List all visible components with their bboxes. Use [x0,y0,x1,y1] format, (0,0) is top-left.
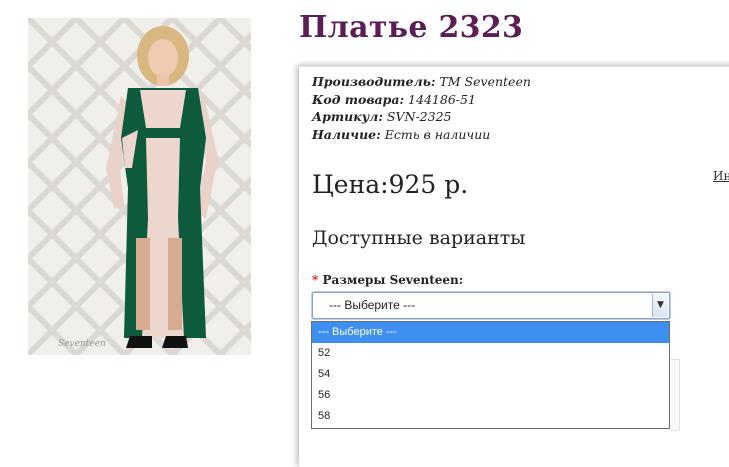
variants-heading: Доступные варианты [312,227,526,249]
detail-article: Артикул: SVN-2325 [312,109,452,124]
product-price: Цена:925 р. [312,170,468,199]
product-image[interactable]: Seventeen [28,18,251,355]
hidden-field-edge [671,359,680,431]
size-dropdown-list[interactable]: --- Выберите --- 52 54 56 58 [311,321,670,429]
side-info-link[interactable]: Ин [713,169,729,183]
size-option[interactable]: 56 [312,385,669,406]
size-option[interactable]: --- Выберите --- [312,322,669,343]
product-details: Производитель: TM Seventeen Код товара: … [312,73,531,143]
required-mark: * [312,273,319,287]
size-option[interactable]: 58 [312,406,669,427]
product-title: Платье 2323 [299,10,524,45]
size-select-value: --- Выберите --- [329,298,416,312]
price-value: 925 р. [388,170,469,199]
size-option[interactable]: 52 [312,343,669,364]
chevron-down-icon[interactable]: ▼ [652,294,668,317]
size-field-label: * Размеры Seventeen: [312,273,464,287]
price-label: Цена: [312,170,389,199]
size-option[interactable]: 54 [312,364,669,385]
detail-availability: Наличие: Есть в наличии [312,126,491,142]
detail-product-code: Код товара: 144186-51 [312,91,476,107]
product-info-panel: Производитель: TM Seventeen Код товара: … [299,66,729,467]
size-select[interactable]: --- Выберите --- ▼ [312,292,670,319]
watermark-text: Seventeen [58,339,106,349]
detail-manufacturer: Производитель: TM Seventeen [312,74,531,89]
